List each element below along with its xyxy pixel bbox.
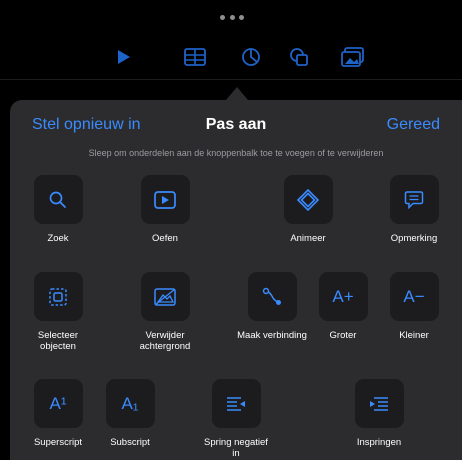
tool-subscript[interactable]: A₁ Subscript [95, 379, 165, 448]
font-smaller-icon: A− [389, 272, 439, 321]
select-objects-icon [33, 272, 83, 321]
tool-label: Animeer [290, 233, 326, 244]
tool-smaller[interactable]: A− Kleiner [379, 272, 449, 341]
tool-label: Spring negatief in [204, 437, 268, 459]
tool-label: Groter [329, 330, 357, 341]
toolbar-divider [0, 79, 462, 80]
indent-icon [354, 379, 404, 428]
tool-label: Opmerking [390, 233, 438, 244]
instruction-text: Sleep om onderdelen aan de knoppenbalk t… [88, 148, 384, 158]
more-dots-icon[interactable] [220, 15, 244, 23]
tool-search[interactable]: Zoek [23, 175, 93, 244]
comment-icon [389, 175, 439, 224]
tool-label: Kleiner [399, 330, 429, 341]
remove-background-icon [140, 272, 190, 321]
superscript-icon: A¹ [33, 379, 83, 428]
chart-icon[interactable] [236, 42, 266, 72]
tool-label: Inspringen [356, 437, 402, 448]
subscript-icon: A₁ [105, 379, 155, 428]
popover-arrow [226, 87, 248, 100]
tool-label: Selecteer objecten [37, 330, 79, 352]
font-bigger-icon: A+ [318, 272, 368, 321]
tool-remove-background[interactable]: Verwijder achtergrond [130, 272, 200, 352]
connection-line-icon [247, 272, 297, 321]
animate-icon [283, 175, 333, 224]
tool-label: Zoek [47, 233, 69, 244]
tool-label: Maak verbinding [237, 330, 307, 341]
tool-comment[interactable]: Opmerking [379, 175, 449, 244]
shapes-icon[interactable] [284, 42, 314, 72]
tool-connection[interactable]: Maak verbinding [237, 272, 307, 341]
tool-outdent[interactable]: Spring negatief in [201, 379, 271, 459]
top-toolbar [0, 0, 462, 90]
tool-rehearse[interactable]: Oefen [130, 175, 200, 244]
tool-superscript[interactable]: A¹ Superscript [23, 379, 93, 448]
tool-label: Oefen [152, 233, 178, 244]
search-icon [33, 175, 83, 224]
tool-select-objects[interactable]: Selecteer objecten [23, 272, 93, 352]
table-icon[interactable] [180, 42, 210, 72]
customize-toolbar-sheet: Stel opnieuw in Pas aan Gereed Sleep om … [10, 100, 462, 460]
media-icon[interactable] [338, 42, 368, 72]
done-button[interactable]: Gereed [387, 116, 440, 134]
tool-label: Verwijder achtergrond [139, 330, 191, 352]
tool-bigger[interactable]: A+ Groter [308, 272, 378, 341]
rehearse-icon [140, 175, 190, 224]
play-icon[interactable] [108, 42, 138, 72]
tool-label: Superscript [33, 437, 83, 448]
tool-animate[interactable]: Animeer [273, 175, 343, 244]
tool-label: Subscript [110, 437, 150, 448]
outdent-icon [211, 379, 261, 428]
tool-indent[interactable]: Inspringen [344, 379, 414, 448]
